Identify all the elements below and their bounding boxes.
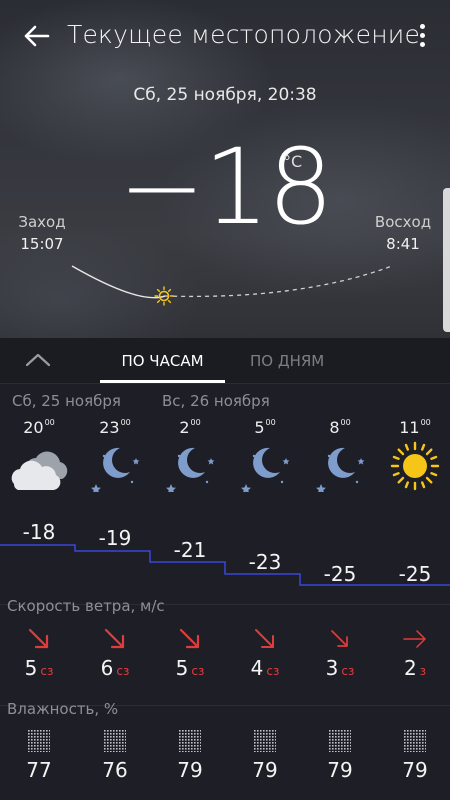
sun-path-arc: [71, 265, 393, 306]
humidity-section-title: Влажность, %: [7, 700, 119, 718]
wind-speed: 3 сз: [325, 656, 355, 680]
sunny-icon: [377, 440, 450, 492]
current-datetime: Сб, 25 ноября, 20:38: [133, 85, 317, 105]
page-title: Текущее местоположение: [67, 20, 421, 49]
more-vert-icon[interactable]: [417, 24, 427, 50]
humidity-value: 79: [177, 758, 203, 782]
humidity-value: 79: [252, 758, 278, 782]
humidity-icon: [227, 730, 303, 754]
forecast-tabs: ПО ЧАСАМ ПО ДНЯМ: [0, 338, 450, 384]
clear-night-icon: [77, 440, 153, 492]
tab-daily[interactable]: ПО ДНЯМ: [250, 352, 324, 370]
hour-label: 1100: [399, 418, 431, 437]
sunrise-time: 8:41: [386, 235, 420, 253]
wind-direction-icon: [77, 626, 153, 656]
hour-label: 500: [254, 418, 276, 437]
clear-night-icon: [152, 440, 228, 492]
humidity-icon: [1, 730, 77, 754]
active-tab-indicator: [100, 380, 225, 383]
humidity-icon: [77, 730, 153, 754]
wind-direction-icon: [377, 626, 450, 656]
current-weather-panel: Текущее местоположение Сб, 25 ноября, 20…: [0, 0, 450, 338]
hour-label: 2000: [23, 418, 55, 437]
humidity-value: 79: [402, 758, 428, 782]
temperature-value: -25: [398, 562, 432, 586]
wind-direction-icon: [1, 626, 77, 656]
wind-section-title: Скорость ветра, м/с: [7, 597, 165, 615]
day-label: Сб, 25 ноября: [12, 392, 121, 410]
humidity-value: 79: [327, 758, 353, 782]
wind-speed: 6 сз: [100, 656, 130, 680]
wind-direction-icon: [152, 626, 228, 656]
wind-direction-icon: [302, 626, 378, 656]
side-panel-handle[interactable]: [443, 188, 450, 332]
temperature-value: -19: [98, 526, 132, 550]
cloudy-icon: [1, 440, 77, 492]
humidity-icon: [152, 730, 228, 754]
temperature-value: -18: [22, 520, 56, 544]
temperature-value: -21: [173, 538, 207, 562]
humidity-value: 76: [102, 758, 128, 782]
humidity-value: 77: [26, 758, 52, 782]
app-bar: Текущее местоположение: [0, 0, 450, 72]
temperature-unit: °C: [283, 152, 303, 171]
humidity-icon: [302, 730, 378, 754]
back-arrow-icon[interactable]: [22, 22, 50, 50]
clear-night-icon: [227, 440, 303, 492]
hour-label: 200: [179, 418, 201, 437]
hour-label: 800: [329, 418, 351, 437]
hourly-forecast: Сб, 25 ноября Вс, 26 ноября 2000 2300 20…: [0, 384, 450, 800]
sunrise-label: Восход: [374, 213, 432, 231]
wind-direction-icon: [227, 626, 303, 656]
temperature-value: -23: [248, 550, 282, 574]
tab-hourly[interactable]: ПО ЧАСАМ: [100, 352, 225, 370]
clear-night-icon: [302, 440, 378, 492]
wind-speed: 5 сз: [24, 656, 54, 680]
humidity-icon: [377, 730, 450, 754]
wind-speed: 4 сз: [250, 656, 280, 680]
temperature-value: -25: [323, 562, 357, 586]
chevron-up-icon[interactable]: [24, 350, 52, 370]
sunset-time: 15:07: [20, 235, 64, 253]
day-label: Вс, 26 ноября: [162, 392, 270, 410]
wind-speed: 5 сз: [175, 656, 205, 680]
hour-label: 2300: [99, 418, 131, 437]
sunset-label: Заход: [18, 213, 66, 231]
wind-speed: 2з: [403, 656, 427, 680]
